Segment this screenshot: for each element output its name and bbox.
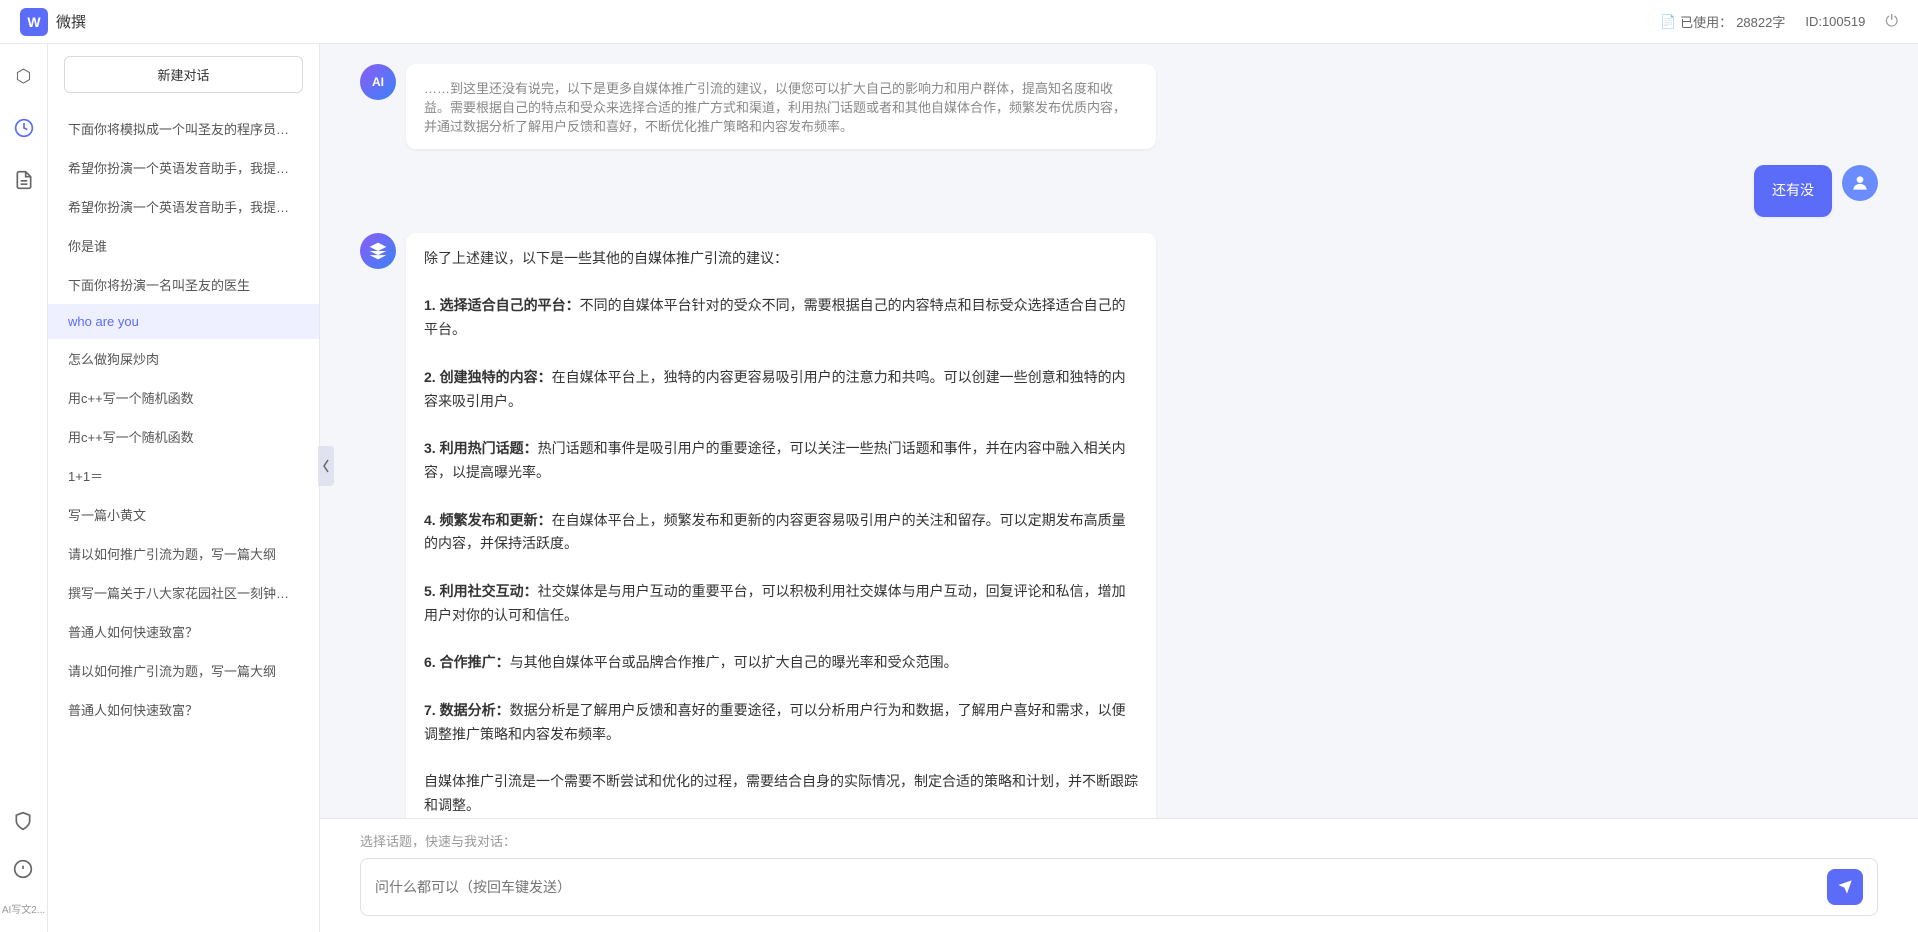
- usage-label: 已使用：: [1680, 12, 1732, 31]
- history-item-8[interactable]: 用c++写一个随机函数: [48, 378, 319, 417]
- ai-point-6: 6. 合作推广：与其他自媒体平台或品牌合作推广，可以扩大自己的曝光率和受众范围。: [424, 651, 1138, 675]
- new-chat-button[interactable]: 新建对话: [64, 56, 303, 93]
- ai-point-4: 4. 频繁发布和更新：在自媒体平台上，频繁发布和更新的内容更容易吸引用户的关注和…: [424, 509, 1138, 557]
- prev-message-text: ……到这里还没有说完，以下是更多自媒体推广引流的建议，以便您可以扩大自己的影响力…: [424, 81, 1126, 134]
- sidebar-toggle[interactable]: [318, 446, 334, 486]
- icon-sidebar: ⬡ AI写文2...: [0, 44, 48, 932]
- history-item-13[interactable]: 撰写一篇关于八大家花园社区一刻钟便民生...: [48, 573, 319, 612]
- chat-input[interactable]: [375, 879, 1817, 895]
- history-item-14[interactable]: 普通人如何快速致富？: [48, 612, 319, 651]
- input-row: [360, 858, 1878, 916]
- ai-point-5: 5. 利用社交互动：社交媒体是与用户互动的重要平台，可以积极利用社交媒体与用户互…: [424, 580, 1138, 628]
- app-logo: W: [20, 8, 48, 36]
- history-item-4[interactable]: 你是谁: [48, 226, 319, 265]
- power-button[interactable]: ⏻: [1885, 13, 1898, 31]
- sidebar-icon-doc[interactable]: [8, 164, 40, 196]
- sidebar-icon-clock[interactable]: [8, 112, 40, 144]
- icon-sidebar-bottom: AI写文2...: [2, 805, 45, 916]
- history-item-5[interactable]: 下面你将扮演一名叫圣友的医生: [48, 265, 319, 304]
- history-item-1[interactable]: 下面你将模拟成一个叫圣友的程序员，我说...: [48, 109, 319, 148]
- sidebar-icon-hex[interactable]: ⬡: [8, 60, 40, 92]
- prev-ai-bubble: ……到这里还没有说完，以下是更多自媒体推广引流的建议，以便您可以扩大自己的影响力…: [406, 64, 1156, 149]
- user-message-row: 还有没: [360, 165, 1878, 217]
- app-title: 微撰: [56, 11, 86, 32]
- history-item-6[interactable]: who are you: [48, 304, 319, 339]
- topbar-left: W 微撰: [20, 8, 86, 36]
- history-item-7[interactable]: 怎么做狗屎炒肉: [48, 339, 319, 378]
- sidebar-bottom-text: AI写文2...: [2, 901, 45, 916]
- history-item-10[interactable]: 1+1＝: [48, 456, 319, 495]
- document-icon: 📄: [1660, 14, 1676, 30]
- ai-conclusion: 自媒体推广引流是一个需要不断尝试和优化的过程，需要结合自身的实际情况，制定合适的…: [424, 770, 1138, 818]
- ai-intro: 除了上述建议，以下是一些其他的自媒体推广引流的建议：: [424, 247, 1138, 271]
- ai-point-7: 7. 数据分析：数据分析是了解用户反馈和喜好的重要途径，可以分析用户行为和数据，…: [424, 699, 1138, 747]
- ai-avatar: AI: [360, 64, 396, 100]
- user-avatar: [1842, 165, 1878, 201]
- history-item-12[interactable]: 请以如何推广引流为题，写一篇大纲: [48, 534, 319, 573]
- ai-message-row: 除了上述建议，以下是一些其他的自媒体推广引流的建议： 1. 选择适合自己的平台：…: [360, 233, 1878, 818]
- ai-message-bubble: 除了上述建议，以下是一些其他的自媒体推广引流的建议： 1. 选择适合自己的平台：…: [406, 233, 1156, 818]
- chat-input-area: 选择话题，快速与我对话：: [320, 818, 1918, 932]
- history-item-9[interactable]: 用c++写一个随机函数: [48, 417, 319, 456]
- ai-point-1: 1. 选择适合自己的平台：不同的自媒体平台针对的受众不同，需要根据自己的内容特点…: [424, 294, 1138, 342]
- ai-avatar-2: [360, 233, 396, 269]
- sidebar-icon-shield[interactable]: [7, 805, 39, 837]
- main-layout: ⬡ AI写文2... 新建对话 下面你将模拟成一个叫圣友的程序员，我说... 希…: [0, 44, 1918, 932]
- quick-select-label: 选择话题，快速与我对话：: [360, 831, 1878, 850]
- ai-point-3: 3. 利用热门话题：热门话题和事件是吸引用户的重要途径，可以关注一些热门话题和事…: [424, 437, 1138, 485]
- usage-count: 28822字: [1736, 12, 1785, 31]
- history-item-15[interactable]: 请以如何推广引流为题，写一篇大纲: [48, 651, 319, 690]
- history-item-2[interactable]: 希望你扮演一个英语发音助手，我提供给你...: [48, 148, 319, 187]
- topbar: W 微撰 📄 已使用： 28822字 ID:100519 ⏻: [0, 0, 1918, 44]
- history-item-16[interactable]: 普通人如何快速致富？: [48, 690, 319, 729]
- history-sidebar: 新建对话 下面你将模拟成一个叫圣友的程序员，我说... 希望你扮演一个英语发音助…: [48, 44, 320, 932]
- sidebar-icon-info[interactable]: [7, 853, 39, 885]
- usage-info: 📄 已使用： 28822字: [1660, 12, 1785, 31]
- ai-point-2: 2. 创建独特的内容：在自媒体平台上，独特的内容更容易吸引用户的注意力和共鸣。可…: [424, 366, 1138, 414]
- chat-area: AI ……到这里还没有说完，以下是更多自媒体推广引流的建议，以便您可以扩大自己的…: [320, 44, 1918, 932]
- user-id: ID:100519: [1805, 14, 1865, 29]
- history-item-11[interactable]: 写一篇小黄文: [48, 495, 319, 534]
- send-button[interactable]: [1827, 869, 1863, 905]
- history-item-3[interactable]: 希望你扮演一个英语发音助手，我提供给你...: [48, 187, 319, 226]
- chat-messages: AI ……到这里还没有说完，以下是更多自媒体推广引流的建议，以便您可以扩大自己的…: [320, 44, 1918, 818]
- user-message-bubble: 还有没: [1754, 165, 1832, 217]
- prev-ai-message-row: AI ……到这里还没有说完，以下是更多自媒体推广引流的建议，以便您可以扩大自己的…: [360, 64, 1878, 149]
- topbar-right: 📄 已使用： 28822字 ID:100519 ⏻: [1660, 12, 1898, 31]
- history-list: 下面你将模拟成一个叫圣友的程序员，我说... 希望你扮演一个英语发音助手，我提供…: [48, 105, 319, 932]
